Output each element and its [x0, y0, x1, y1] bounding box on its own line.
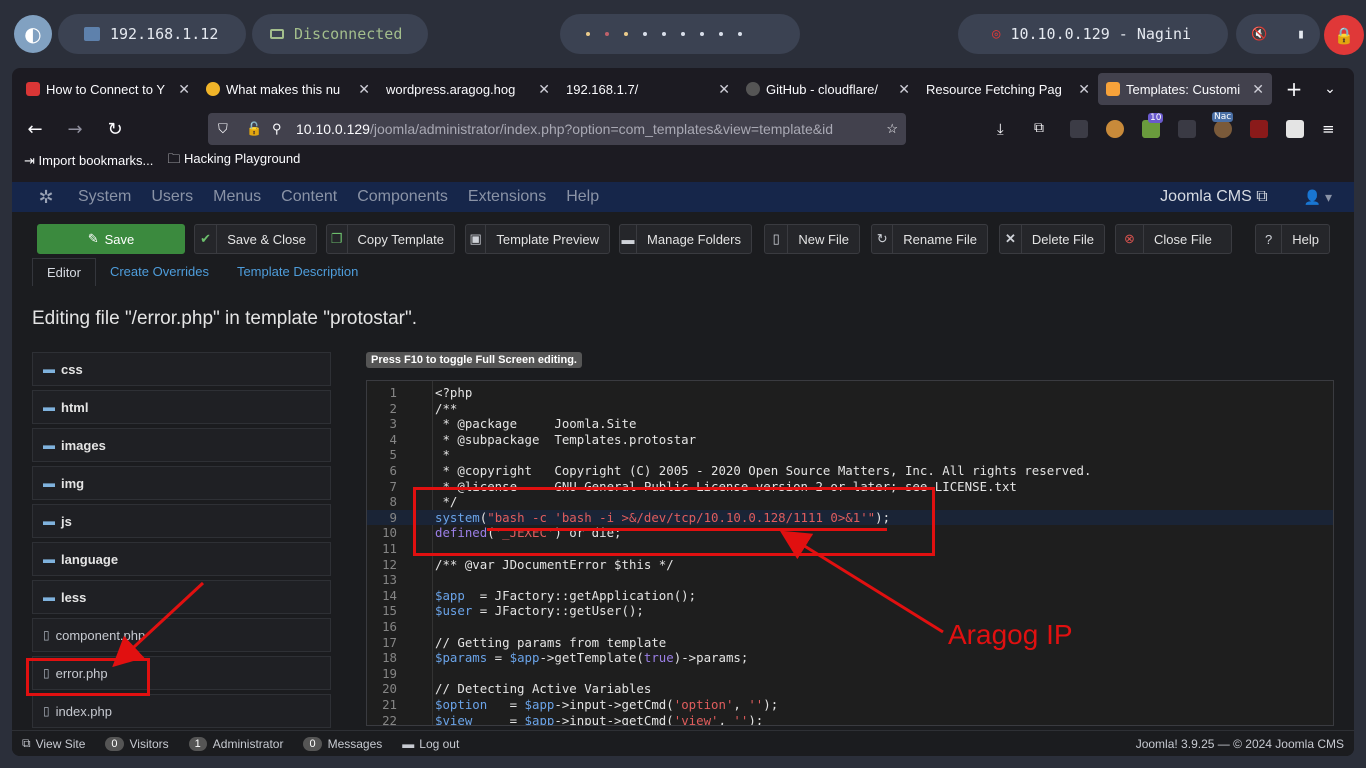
- annotation-label: Aragog IP: [948, 619, 1073, 650]
- arrow-to-error-php: [112, 581, 205, 668]
- annotation-arrows: [112, 530, 944, 668]
- arrow-to-ip: [779, 530, 944, 634]
